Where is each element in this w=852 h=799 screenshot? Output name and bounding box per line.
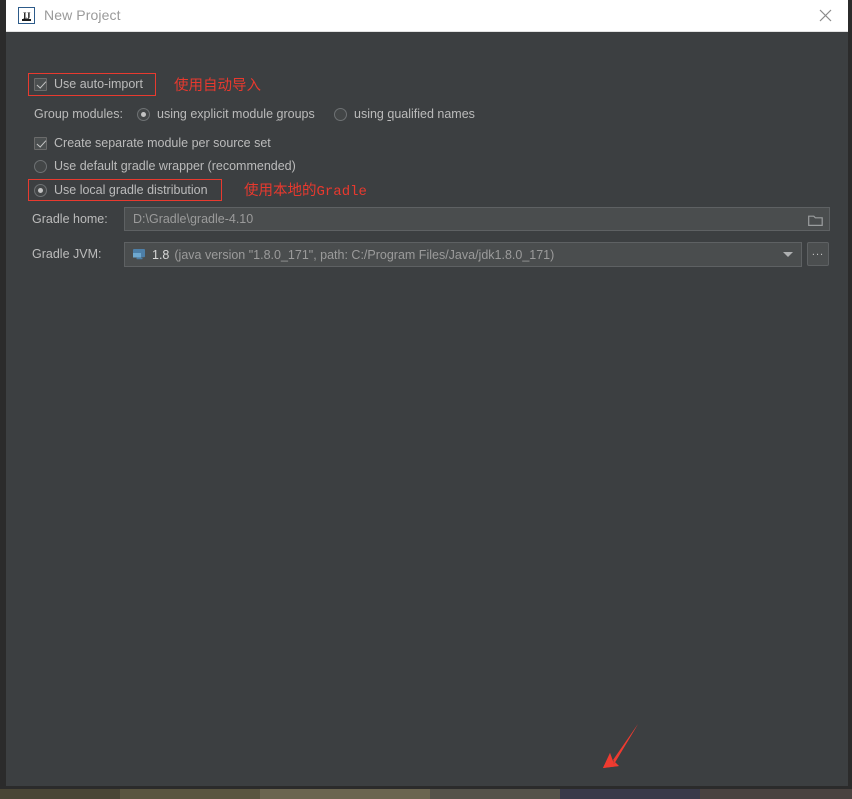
default-gradle-wrapper-radio[interactable] [34, 159, 47, 173]
local-distribution-radio-row[interactable]: Use local gradle distribution [34, 183, 208, 197]
jdk-icon [133, 249, 145, 260]
gradle-home-label-row: Gradle home: [32, 212, 108, 226]
group-modules-label: Group modules: [34, 107, 123, 121]
explicit-module-groups-label: using explicit module groups [157, 107, 315, 121]
gradle-home-input[interactable]: D:\Gradle\gradle-4.10 [124, 207, 830, 231]
annotation-auto-import: 使用自动导入 [174, 78, 261, 94]
gradle-jvm-label-row: Gradle JVM: [32, 247, 101, 261]
group-modules-option-qualified[interactable]: using qualified names [334, 107, 475, 121]
group-modules-row: Group modules: [34, 107, 123, 121]
auto-import-checkbox-row[interactable]: Use auto-import [34, 77, 143, 91]
qualified-names-label: using qualified names [354, 107, 475, 121]
gradle-home-value: D:\Gradle\gradle-4.10 [133, 212, 254, 226]
gradle-jvm-label: Gradle JVM: [32, 247, 102, 261]
window-title: New Project [44, 7, 121, 23]
local-gradle-distribution-radio[interactable] [34, 183, 47, 197]
separate-module-checkbox-row[interactable]: Create separate module per source set [34, 136, 271, 150]
explicit-module-groups-radio[interactable] [137, 107, 150, 121]
folder-icon[interactable] [802, 209, 828, 231]
help-button[interactable]: Help [756, 787, 836, 789]
close-icon[interactable] [802, 0, 848, 31]
gradle-jvm-combobox[interactable]: 1.8 (java version "1.8.0_171", path: C:/… [124, 242, 802, 267]
separate-module-checkbox[interactable] [34, 136, 47, 150]
previous-button[interactable]: Previous [489, 787, 569, 789]
default-wrapper-radio-row[interactable]: Use default gradle wrapper (recommended) [34, 159, 296, 173]
auto-import-label: Use auto-import [54, 77, 143, 91]
qualified-names-radio[interactable] [334, 107, 347, 121]
cancel-button[interactable]: Cancel [667, 787, 747, 789]
red-arrow [603, 724, 638, 768]
annotation-local-gradle: 使用本地的Gradle [244, 183, 367, 200]
dialog-titlebar: IJ New Project [6, 0, 848, 32]
local-gradle-distribution-label: Use local gradle distribution [54, 183, 208, 197]
new-project-dialog: IJ New Project Use auto-import 使用自动导入 Gr… [0, 0, 852, 789]
separate-module-label: Create separate module per source set [54, 136, 271, 150]
next-button[interactable]: Next [578, 787, 658, 789]
auto-import-checkbox[interactable] [34, 77, 47, 91]
intellij-idea-icon: IJ [18, 7, 35, 24]
gradle-jvm-details: (java version "1.8.0_171", path: C:/Prog… [174, 247, 555, 262]
default-gradle-wrapper-label: Use default gradle wrapper (recommended) [54, 159, 296, 173]
chevron-down-icon[interactable] [783, 252, 793, 257]
dialog-content: Use auto-import 使用自动导入 Group modules: us… [6, 32, 848, 789]
gradle-jvm-browse-button[interactable]: ... [807, 242, 829, 266]
group-modules-option-explicit[interactable]: using explicit module groups [137, 107, 315, 121]
gradle-home-label: Gradle home: [32, 212, 108, 226]
gradle-jvm-version: 1.8 [152, 247, 170, 262]
ellipsis-icon: ... [811, 245, 825, 258]
